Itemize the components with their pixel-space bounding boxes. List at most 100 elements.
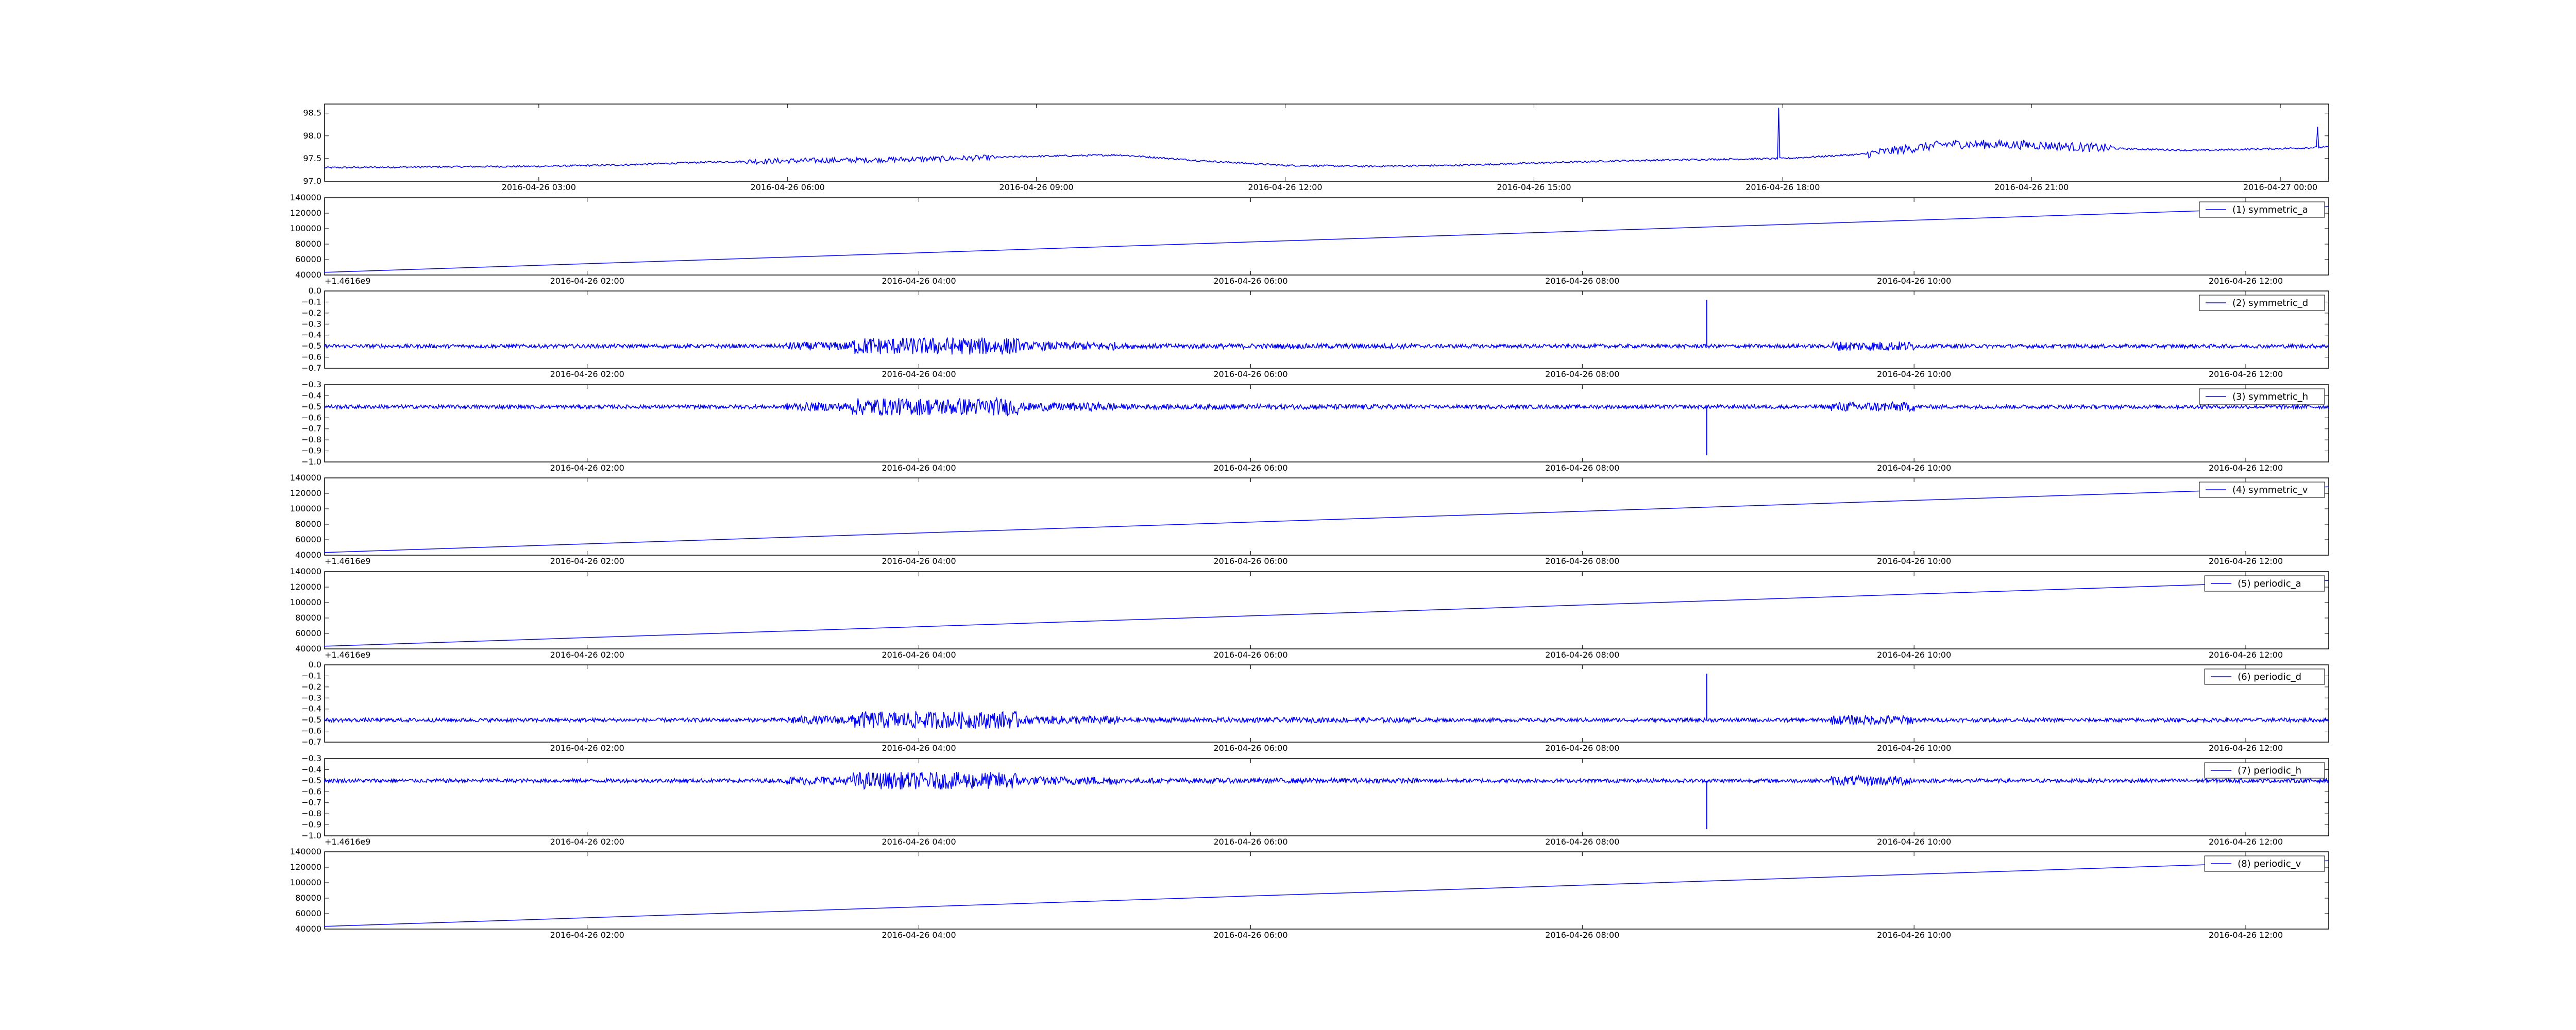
subplot-7: −0.7−0.6−0.5−0.4 −0.3−0.2 −0.10.0 2016-04-2… [301, 660, 2329, 753]
y-tick-label: −0.3 [301, 693, 321, 702]
x-tick-label: 2016-04-26 12:00 [2209, 463, 2283, 473]
x-tick-label: 2016-04-26 08:00 [1545, 276, 1619, 286]
x-tick-label: 2016-04-26 04:00 [882, 463, 956, 473]
y-tick-label: −1.0 [301, 831, 321, 840]
x-tick-label: 2016-04-26 06:00 [1213, 837, 1287, 847]
y-tick-label: −0.6 [301, 726, 321, 736]
x-tick-label: 2016-04-26 04:00 [882, 556, 956, 566]
axis-offset-text: +1.4616e9 [325, 276, 370, 286]
x-tick-label: 2016-04-26 10:00 [1877, 930, 1951, 940]
legend-label: (6) periodic_d [2238, 672, 2301, 682]
x-tick-label: 2016-04-26 06:00 [1213, 556, 1287, 566]
y-tick-label: 120000 [290, 208, 321, 218]
y-tick-label: −0.7 [301, 424, 321, 434]
axes-frame [324, 477, 2329, 556]
x-tick-label: 2016-04-26 21:00 [1994, 182, 2069, 192]
x-tick-label: 2016-04-26 08:00 [1545, 930, 1619, 940]
axes-frame [324, 290, 2329, 369]
x-tick-label: 2016-04-26 10:00 [1877, 556, 1951, 566]
x-tick-label: 2016-04-26 12:00 [2209, 369, 2283, 379]
y-tick-label: −0.3 [301, 319, 321, 329]
x-tick-label: 2016-04-26 12:00 [1248, 182, 1322, 192]
legend-label: (3) symmetric_h [2232, 391, 2308, 402]
subplot-9: 40000 60000 80000 100000 120000 140000 2016-04… [290, 847, 2329, 940]
y-tick-label: 80000 [295, 519, 321, 529]
x-tick-label: 2016-04-26 10:00 [1877, 650, 1951, 660]
x-tick-label: 2016-04-26 10:00 [1877, 743, 1951, 753]
x-tick-label: 2016-04-26 02:00 [550, 556, 624, 566]
y-tick-label: −0.8 [301, 435, 321, 444]
x-tick-label: 2016-04-26 18:00 [1745, 182, 1820, 192]
y-tick-label: −0.5 [301, 402, 321, 411]
x-tick-label: 2016-04-26 04:00 [882, 369, 956, 379]
y-tick-label: 40000 [295, 550, 321, 560]
x-tick-label: 2016-04-26 06:00 [751, 182, 825, 192]
y-tick-label: 140000 [290, 566, 321, 576]
y-tick-label: 97.0 [303, 176, 321, 186]
y-tick-label: −0.2 [301, 682, 321, 692]
axis-offset-text: +1.4616e9 [325, 650, 370, 660]
subplot-8: −1.0−0.9 −0.8−0.7 −0.6−0.5 −0.4−0.3 2016-04-… [301, 753, 2329, 847]
x-tick-label: 2016-04-26 12:00 [2209, 650, 2283, 660]
axis-offset-text: +1.4616e9 [325, 837, 370, 847]
legend-label: (1) symmetric_a [2232, 204, 2308, 215]
y-tick-label: 60000 [295, 254, 321, 264]
x-tick-label: 2016-04-26 03:00 [502, 182, 576, 192]
y-tick-label: −0.3 [301, 380, 321, 389]
y-tick-label: −0.6 [301, 352, 321, 362]
y-tick-label: 100000 [290, 504, 321, 513]
x-tick-label: 2016-04-26 02:00 [550, 837, 624, 847]
y-tick-label: 80000 [295, 239, 321, 249]
x-tick-label: 2016-04-26 12:00 [2209, 837, 2283, 847]
x-tick-label: 2016-04-26 10:00 [1877, 369, 1951, 379]
x-tick-label: 2016-04-26 04:00 [882, 743, 956, 753]
y-tick-label: −0.1 [301, 671, 321, 680]
x-tick-label: 2016-04-26 08:00 [1545, 556, 1619, 566]
y-tick-label: 40000 [295, 924, 321, 934]
y-tick-label: −0.7 [301, 737, 321, 747]
y-tick-label: 40000 [295, 270, 321, 280]
subplot-2: 40000 60000 80000 100000 120000 140000 2016-04… [290, 193, 2329, 286]
legend-label: (7) periodic_h [2238, 765, 2301, 776]
x-tick-label: 2016-04-26 06:00 [1213, 930, 1287, 940]
y-tick-label: 120000 [290, 862, 321, 872]
y-tick-label: −0.9 [301, 820, 321, 830]
axes-frame [324, 384, 2329, 462]
legend-label: (2) symmetric_d [2232, 298, 2308, 308]
figure-canvas: 97.0 97.5 98.0 98.5 2016-04-26 03:00 2016-04-… [290, 104, 2329, 940]
y-tick-label: −0.7 [301, 798, 321, 808]
x-tick-label: 2016-04-26 02:00 [550, 276, 624, 286]
x-tick-label: 2016-04-26 08:00 [1545, 463, 1619, 473]
y-tick-label: −0.2 [301, 308, 321, 318]
x-tick-label: 2016-04-26 12:00 [2209, 930, 2283, 940]
y-tick-label: 97.5 [303, 153, 321, 163]
x-tick-label: 2016-04-26 02:00 [550, 463, 624, 473]
x-tick-label: 2016-04-26 06:00 [1213, 463, 1287, 473]
y-tick-label: 60000 [295, 908, 321, 918]
y-tick-label: −0.4 [301, 764, 321, 774]
subplot-6: 40000 60000 80000 100000 120000 140000 2016-04… [290, 566, 2329, 660]
legend-label: (8) periodic_v [2238, 859, 2301, 869]
x-tick-label: 2016-04-26 08:00 [1545, 650, 1619, 660]
y-tick-label: 0.0 [309, 660, 321, 670]
subplot-1: 97.0 97.5 98.0 98.5 2016-04-26 03:00 2016-04-… [303, 104, 2329, 192]
y-tick-label: −1.0 [301, 457, 321, 467]
y-tick-label: −0.6 [301, 786, 321, 796]
y-tick-label: −0.1 [301, 297, 321, 306]
x-tick-label: 2016-04-26 06:00 [1213, 650, 1287, 660]
y-tick-label: 120000 [290, 582, 321, 592]
x-tick-label: 2016-04-26 04:00 [882, 837, 956, 847]
x-tick-label: 2016-04-26 12:00 [2209, 556, 2283, 566]
y-tick-label: 80000 [295, 613, 321, 623]
y-tick-label: 120000 [290, 488, 321, 498]
legend-label: (5) periodic_a [2238, 578, 2301, 589]
axes-frame [324, 664, 2329, 743]
y-tick-label: 98.5 [303, 108, 321, 118]
y-tick-label: −0.6 [301, 413, 321, 422]
axes-frame [324, 197, 2329, 276]
y-tick-label: 100000 [290, 878, 321, 887]
y-tick-label: −0.4 [301, 704, 321, 714]
axes-frame [324, 851, 2329, 930]
y-tick-label: 100000 [290, 597, 321, 607]
y-tick-label: −0.8 [301, 809, 321, 818]
